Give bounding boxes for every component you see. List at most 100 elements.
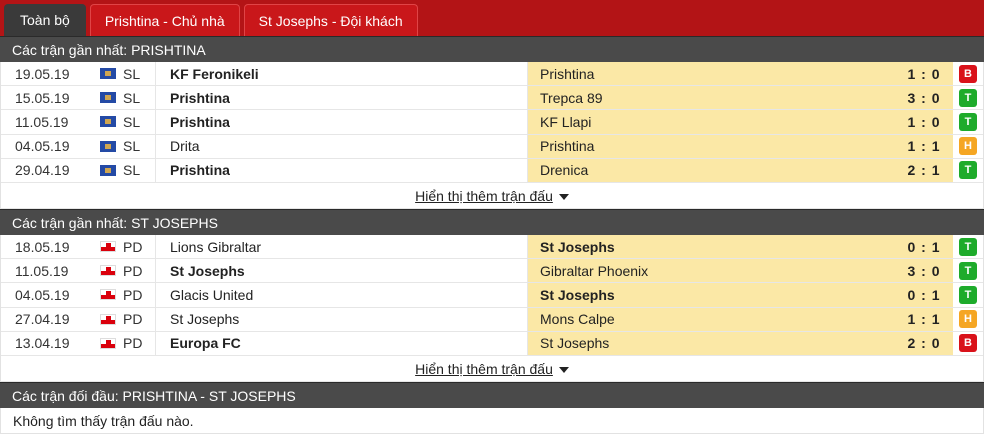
gibraltar-flag-icon [100,337,116,349]
result-cell: T [953,261,983,280]
home-team-name: Glacis United [170,286,254,303]
show-more-link[interactable]: Hiển thị thêm trận đấu [415,188,553,204]
league-flag [93,68,123,80]
away-team[interactable]: Mons Calpe [527,307,895,331]
kosovo-flag-icon [100,92,116,104]
match-score[interactable]: 2 : 1 [895,158,953,182]
away-team[interactable]: St Josephs [527,234,895,259]
h2h-header: Các trận đối đầu: PRISHTINA - ST JOSEPHS [0,381,984,408]
home-team-name: St Josephs [170,262,245,279]
league-code[interactable]: SL [123,90,155,106]
match-row[interactable]: 18.05.19 PD Lions Gibraltar St Josephs 0… [1,234,983,260]
away-team[interactable]: KF Llapi [527,110,895,134]
result-cell: B [953,334,983,353]
away-team[interactable]: Prishtina [527,134,895,158]
home-team[interactable]: Lions Gibraltar [155,234,527,259]
away-team-name: Drenica [540,162,589,179]
away-team[interactable]: St Josephs [527,331,895,355]
league-code[interactable]: PD [123,239,155,255]
match-score[interactable]: 3 : 0 [895,86,953,110]
tab-away-team[interactable]: St Josephs - Đội khách [243,4,418,36]
home-team[interactable]: Drita [155,134,527,158]
home-team[interactable]: Europa FC [155,331,527,355]
home-team-name: Prishtina [170,89,230,106]
match-row[interactable]: 11.05.19 PD St Josephs Gibraltar Phoenix… [1,259,983,284]
home-team[interactable]: KF Feronikeli [155,62,527,86]
kosovo-flag-icon [100,68,116,80]
away-team-name: Prishtina [540,65,595,82]
match-score[interactable]: 0 : 1 [895,234,953,259]
show-more-link[interactable]: Hiển thị thêm trận đấu [415,361,553,377]
away-team[interactable]: Trepca 89 [527,86,895,110]
league-code[interactable]: SL [123,138,155,154]
home-team-name: Europa FC [170,335,241,352]
match-date: 15.05.19 [15,89,70,106]
league-code[interactable]: SL [123,66,155,82]
match-row[interactable]: 19.05.19 SL KF Feronikeli Prishtina 1 : … [1,62,983,87]
home-team[interactable]: Prishtina [155,86,527,110]
match-score[interactable]: 1 : 1 [895,134,953,158]
league-flag [93,140,123,152]
league-code[interactable]: PD [123,263,155,279]
result-cell: H [953,310,983,329]
league-code[interactable]: SL [123,162,155,178]
result-cell: H [953,137,983,156]
home-team-name: KF Feronikeli [170,65,259,82]
section-header: Các trận gần nhất: PRISHTINA [0,36,984,62]
league-flag [93,241,123,253]
match-score[interactable]: 2 : 0 [895,331,953,355]
away-team[interactable]: Gibraltar Phoenix [527,259,895,283]
league-flag [93,289,123,301]
match-row[interactable]: 13.04.19 PD Europa FC St Josephs 2 : 0 B [1,331,983,356]
away-team[interactable]: Prishtina [527,62,895,86]
home-team[interactable]: St Josephs [155,307,527,331]
match-score[interactable]: 1 : 1 [895,307,953,331]
away-team-name: Mons Calpe [540,311,615,328]
match-list: 18.05.19 PD Lions Gibraltar St Josephs 0… [0,234,984,356]
league-code[interactable]: PD [123,335,155,351]
match-date: 04.05.19 [15,138,70,155]
match-row[interactable]: 29.04.19 SL Prishtina Drenica 2 : 1 T [1,158,983,183]
result-cell: T [953,88,983,107]
away-team-name: St Josephs [540,335,610,352]
tab-all[interactable]: Toàn bộ [4,4,86,36]
match-row[interactable]: 15.05.19 SL Prishtina Trepca 89 3 : 0 T [1,86,983,111]
home-team-name: Prishtina [170,162,230,179]
match-score[interactable]: 0 : 1 [895,283,953,307]
home-team-name: Drita [170,138,200,155]
home-team[interactable]: St Josephs [155,259,527,283]
match-score[interactable]: 3 : 0 [895,259,953,283]
match-date: 27.04.19 [15,311,70,328]
league-code[interactable]: SL [123,114,155,130]
caret-down-icon[interactable] [558,367,569,374]
result-badge: T [959,161,977,180]
match-row[interactable]: 04.05.19 SL Drita Prishtina 1 : 1 H [1,134,983,159]
result-badge: H [959,137,977,156]
league-code[interactable]: PD [123,311,155,327]
match-score[interactable]: 1 : 0 [895,62,953,86]
tab-home-team[interactable]: Prishtina - Chủ nhà [89,4,240,36]
match-date: 11.05.19 [15,113,69,130]
away-team-name: Trepca 89 [540,89,603,106]
match-row[interactable]: 11.05.19 SL Prishtina KF Llapi 1 : 0 T [1,110,983,135]
section-header: Các trận gần nhất: ST JOSEPHS [0,208,984,235]
league-code[interactable]: PD [123,287,155,303]
match-row[interactable]: 27.04.19 PD St Josephs Mons Calpe 1 : 1 … [1,307,983,332]
match-date: 04.05.19 [15,286,70,303]
caret-down-icon[interactable] [558,194,569,201]
away-team[interactable]: St Josephs [527,283,895,307]
home-team-name: Lions Gibraltar [170,238,262,255]
result-badge: H [959,310,977,329]
show-more: Hiển thị thêm trận đấu [0,182,984,209]
away-team[interactable]: Drenica [527,158,895,182]
home-team-name: St Josephs [170,311,240,328]
result-badge: T [959,237,977,256]
match-row[interactable]: 04.05.19 PD Glacis United St Josephs 0 :… [1,283,983,308]
home-team[interactable]: Prishtina [155,110,527,134]
home-team[interactable]: Glacis United [155,283,527,307]
home-team[interactable]: Prishtina [155,158,527,182]
league-flag [93,164,123,176]
result-cell: T [953,285,983,304]
result-badge: T [959,285,977,304]
match-score[interactable]: 1 : 0 [895,110,953,134]
